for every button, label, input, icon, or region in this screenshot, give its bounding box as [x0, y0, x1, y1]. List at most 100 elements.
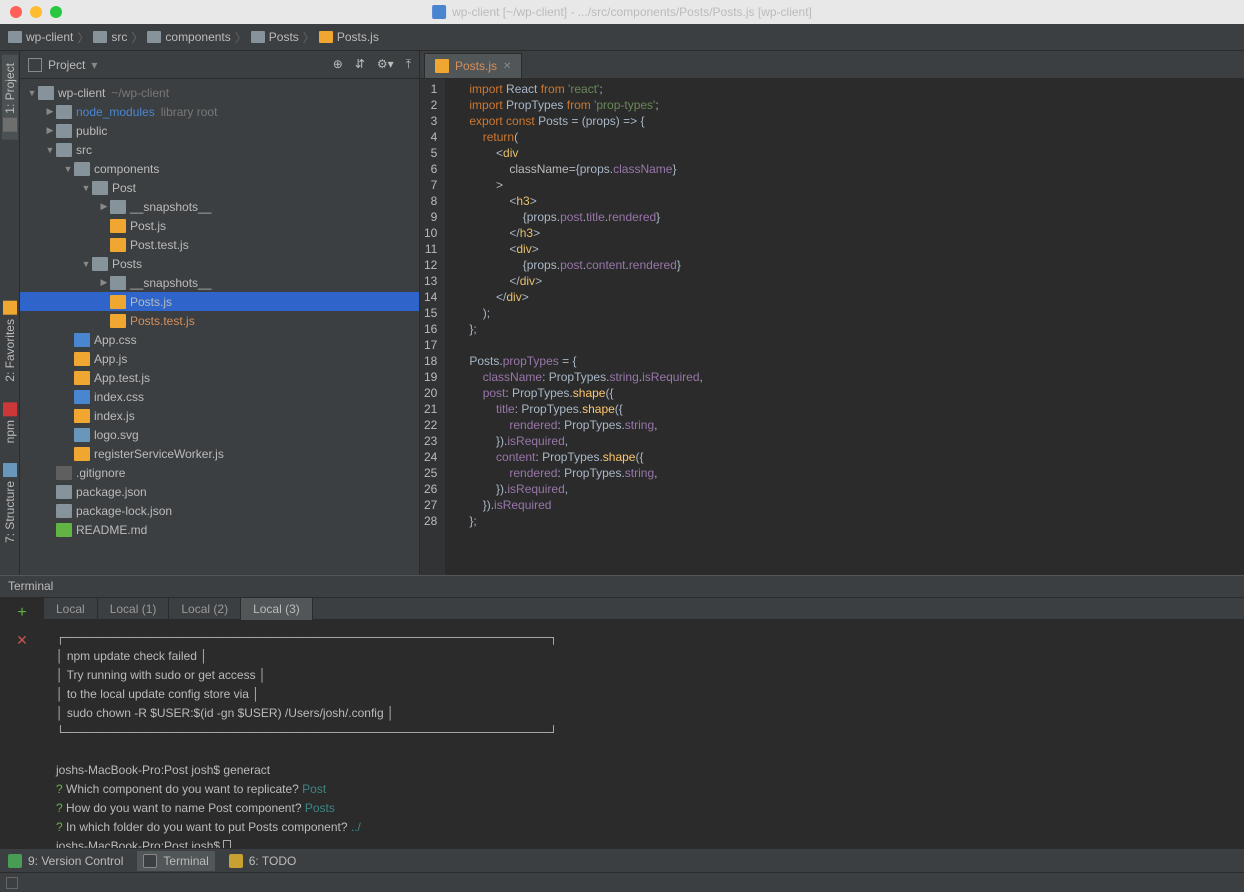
terminal-tab[interactable]: Local: [44, 598, 98, 620]
code-line[interactable]: <div>: [469, 241, 1244, 257]
disclosure-triangle-icon[interactable]: ▶: [44, 106, 56, 117]
breadcrumb-item[interactable]: Posts: [251, 30, 299, 44]
tree-item-registerserviceworker-js[interactable]: registerServiceWorker.js: [20, 444, 419, 463]
tree-item-post-test-js[interactable]: Post.test.js: [20, 235, 419, 254]
disclosure-triangle-icon[interactable]: ▼: [26, 88, 38, 98]
tree-item-public[interactable]: ▶public: [20, 121, 419, 140]
disclosure-triangle-icon[interactable]: ▼: [44, 145, 56, 155]
terminal-output[interactable]: ┌───────────────────────────────────────…: [44, 620, 1244, 848]
code-line[interactable]: rendered: PropTypes.string,: [469, 417, 1244, 433]
code-line[interactable]: content: PropTypes.shape({: [469, 449, 1244, 465]
code-line[interactable]: </div>: [469, 273, 1244, 289]
code-line[interactable]: <div: [469, 145, 1244, 161]
add-terminal-button[interactable]: +: [17, 604, 26, 622]
code-line[interactable]: className: PropTypes.string.isRequired,: [469, 369, 1244, 385]
sidebar-tab-structure[interactable]: 7: Structure: [3, 463, 17, 543]
tree-item-package-lock-json[interactable]: package-lock.json: [20, 501, 419, 520]
project-icon: [28, 58, 42, 72]
code-line[interactable]: };: [469, 321, 1244, 337]
project-view-selector[interactable]: Project ▾: [28, 58, 97, 72]
tree-item-post[interactable]: ▼Post: [20, 178, 419, 197]
sidebar-tab-npm[interactable]: npm: [3, 402, 17, 443]
tree-item-components[interactable]: ▼components: [20, 159, 419, 178]
tree-item-app-js[interactable]: App.js: [20, 349, 419, 368]
breadcrumb-item[interactable]: wp-client: [8, 30, 73, 44]
project-tree[interactable]: ▼wp-client~/wp-client▶node_moduleslibrar…: [20, 79, 419, 575]
disclosure-triangle-icon[interactable]: ▶: [98, 201, 110, 212]
code-editor[interactable]: 1234567891011121314151617181920212223242…: [420, 79, 1244, 575]
code-line[interactable]: {props.post.title.rendered}: [469, 209, 1244, 225]
tree-item--gitignore[interactable]: .gitignore: [20, 463, 419, 482]
code-line[interactable]: {props.post.content.rendered}: [469, 257, 1244, 273]
bottom-tab-todo[interactable]: 6: TODO: [229, 854, 297, 868]
tree-item-readme-md[interactable]: README.md: [20, 520, 419, 539]
tree-item-label: wp-client: [58, 86, 105, 100]
editor-tab-posts-js[interactable]: Posts.js ✕: [424, 53, 522, 78]
terminal-tab[interactable]: Local (1): [98, 598, 170, 620]
code-line[interactable]: [469, 337, 1244, 353]
tree-item-app-css[interactable]: App.css: [20, 330, 419, 349]
code-line[interactable]: };: [469, 513, 1244, 529]
tree-item-app-test-js[interactable]: App.test.js: [20, 368, 419, 387]
disclosure-triangle-icon[interactable]: ▼: [80, 183, 92, 193]
code-line[interactable]: <h3>: [469, 193, 1244, 209]
code-line[interactable]: >: [469, 177, 1244, 193]
code-line[interactable]: import PropTypes from 'prop-types';: [469, 97, 1244, 113]
close-terminal-button[interactable]: ✕: [16, 632, 28, 649]
code-content[interactable]: import React from 'react';import PropTyp…: [445, 79, 1244, 575]
tree-item-src[interactable]: ▼src: [20, 140, 419, 159]
breadcrumb-item[interactable]: Posts.js: [319, 30, 379, 44]
code-line[interactable]: </div>: [469, 289, 1244, 305]
code-line[interactable]: title: PropTypes.shape({: [469, 401, 1244, 417]
terminal-tab[interactable]: Local (2): [169, 598, 241, 620]
code-line[interactable]: }).isRequired,: [469, 433, 1244, 449]
breadcrumb-item[interactable]: components: [147, 30, 230, 44]
tree-item-index-js[interactable]: index.js: [20, 406, 419, 425]
bottom-tab-terminal[interactable]: Terminal: [137, 851, 214, 871]
gear-icon[interactable]: ⚙▾: [377, 57, 394, 72]
bottom-tab-label: Terminal: [163, 854, 208, 868]
code-line[interactable]: }).isRequired,: [469, 481, 1244, 497]
sidebar-tab-favorites[interactable]: 2: Favorites: [3, 301, 17, 382]
close-window-button[interactable]: [10, 6, 22, 18]
status-icon[interactable]: [6, 877, 18, 889]
tree-item-__snapshots__[interactable]: ▶__snapshots__: [20, 273, 419, 292]
terminal-title: Terminal: [0, 576, 1244, 598]
gi-icon: [56, 466, 72, 480]
disclosure-triangle-icon[interactable]: ▼: [62, 164, 74, 174]
maximize-window-button[interactable]: [50, 6, 62, 18]
code-line[interactable]: className={props.className}: [469, 161, 1244, 177]
tree-item-posts[interactable]: ▼Posts: [20, 254, 419, 273]
bottom-tab-version-control[interactable]: 9: Version Control: [8, 854, 123, 868]
disclosure-triangle-icon[interactable]: ▶: [44, 125, 56, 136]
collapse-icon[interactable]: ⇵: [355, 57, 365, 72]
code-line[interactable]: return(: [469, 129, 1244, 145]
sidebar-tab-project[interactable]: 1: Project: [2, 55, 18, 140]
code-line[interactable]: </h3>: [469, 225, 1244, 241]
code-line[interactable]: rendered: PropTypes.string,: [469, 465, 1244, 481]
tree-item-logo-svg[interactable]: logo.svg: [20, 425, 419, 444]
tree-item-posts-js[interactable]: Posts.js: [20, 292, 419, 311]
code-line[interactable]: );: [469, 305, 1244, 321]
hide-panel-icon[interactable]: ⤒: [406, 57, 411, 72]
code-line[interactable]: export const Posts = (props) => {: [469, 113, 1244, 129]
disclosure-triangle-icon[interactable]: ▶: [98, 277, 110, 288]
minimize-window-button[interactable]: [30, 6, 42, 18]
breadcrumb-item[interactable]: src: [93, 30, 127, 44]
tree-item-package-json[interactable]: package.json: [20, 482, 419, 501]
tree-item-post-js[interactable]: Post.js: [20, 216, 419, 235]
code-line[interactable]: }).isRequired: [469, 497, 1244, 513]
code-line[interactable]: import React from 'react';: [469, 81, 1244, 97]
disclosure-triangle-icon[interactable]: ▼: [80, 259, 92, 269]
code-line[interactable]: post: PropTypes.shape({: [469, 385, 1244, 401]
tree-item-index-css[interactable]: index.css: [20, 387, 419, 406]
locate-icon[interactable]: ⊕: [333, 57, 343, 72]
tree-item-__snapshots__[interactable]: ▶__snapshots__: [20, 197, 419, 216]
breadcrumb-separator: 〉: [131, 29, 143, 46]
code-line[interactable]: Posts.propTypes = {: [469, 353, 1244, 369]
tree-item-posts-test-js[interactable]: Posts.test.js: [20, 311, 419, 330]
tree-item-node_modules[interactable]: ▶node_moduleslibrary root: [20, 102, 419, 121]
tree-item-wp-client[interactable]: ▼wp-client~/wp-client: [20, 83, 419, 102]
terminal-tab[interactable]: Local (3): [241, 598, 313, 620]
close-tab-icon[interactable]: ✕: [503, 61, 511, 72]
